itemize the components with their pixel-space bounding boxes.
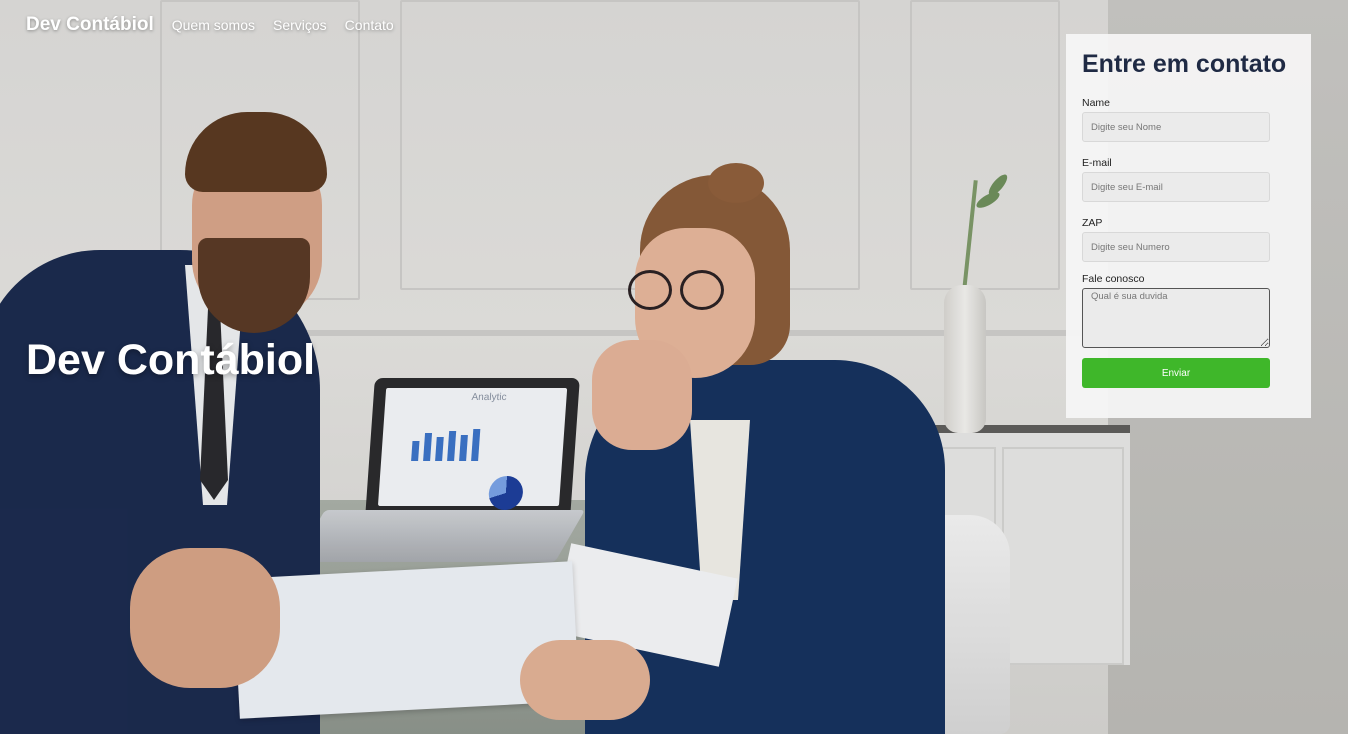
zap-label: ZAP xyxy=(1082,217,1103,229)
brand-logo-link[interactable]: Dev Contábiol xyxy=(26,14,154,36)
zap-input[interactable] xyxy=(1082,232,1270,262)
email-label: E-mail xyxy=(1082,157,1112,169)
message-textarea[interactable] xyxy=(1082,288,1270,348)
main-nav: Quem somos Serviços Contato xyxy=(172,17,394,33)
hero-title: Dev Contábiol xyxy=(26,336,316,384)
submit-button[interactable]: Enviar xyxy=(1082,358,1270,388)
message-label: Fale conosco xyxy=(1082,273,1145,285)
contact-form-title: Entre em contato xyxy=(1082,50,1287,78)
name-input[interactable] xyxy=(1082,112,1270,142)
nav-link-contato[interactable]: Contato xyxy=(345,17,394,33)
nav-link-servicos[interactable]: Serviços xyxy=(273,17,327,33)
name-label: Name xyxy=(1082,97,1111,109)
contact-form: Entre em contato Name E-mail ZAP Fale co… xyxy=(1066,34,1311,418)
email-input[interactable] xyxy=(1082,172,1270,202)
site-header: Dev Contábiol Quem somos Serviços Contat… xyxy=(26,14,394,36)
nav-link-quem-somos[interactable]: Quem somos xyxy=(172,17,255,33)
